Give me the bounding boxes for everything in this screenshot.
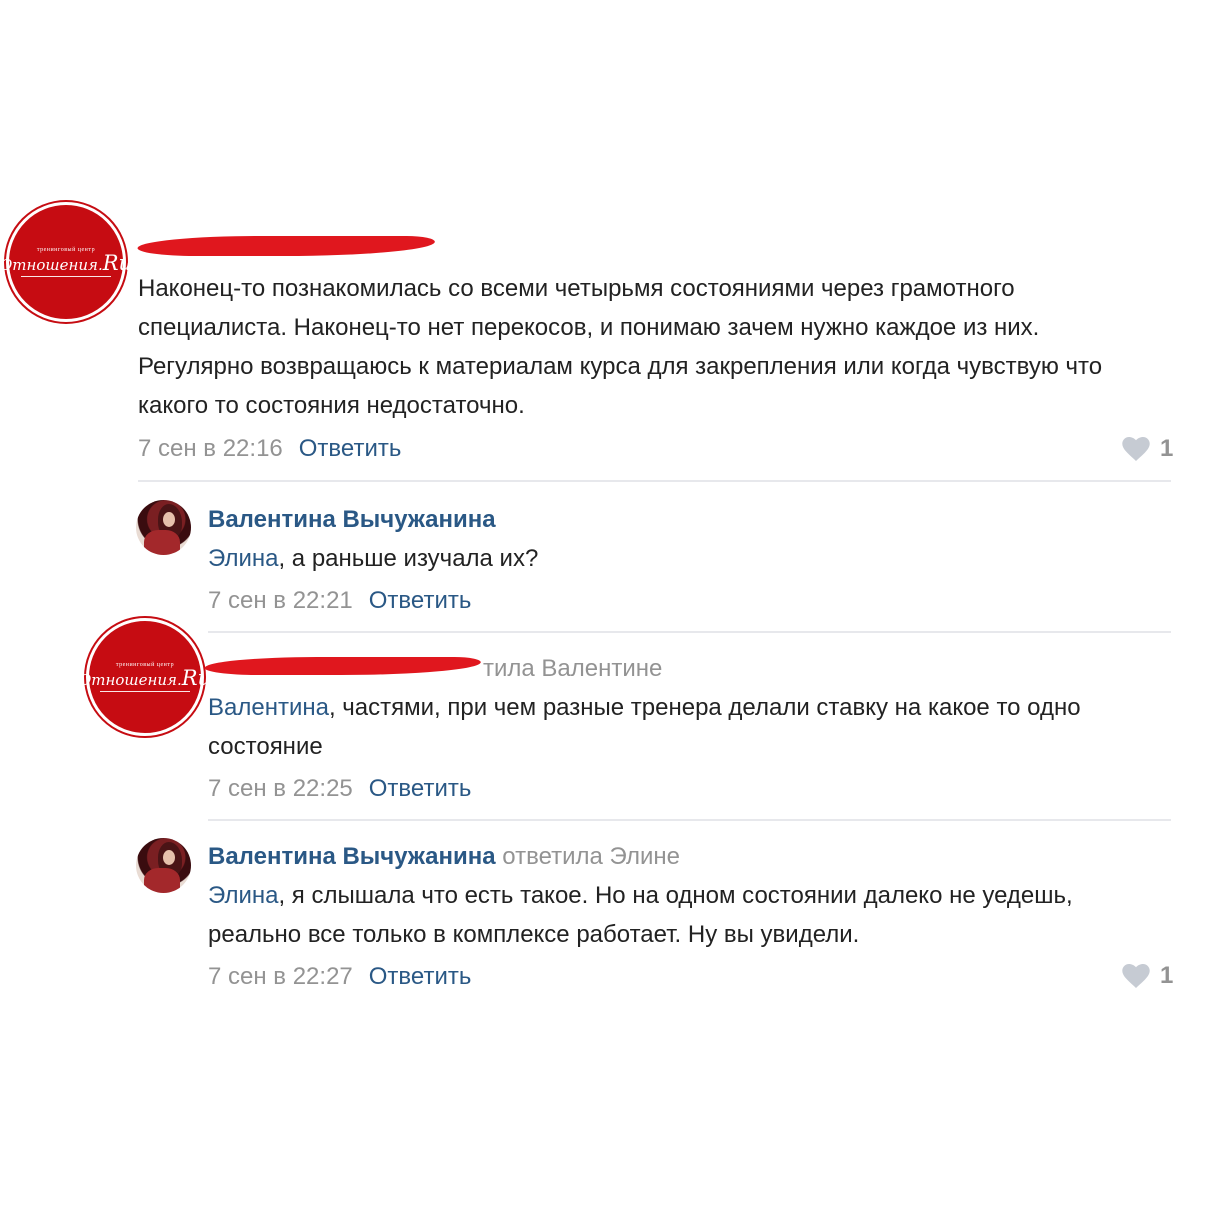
comment-meta: 7 сен в 22:21 Ответить — [208, 587, 471, 615]
divider — [208, 819, 1171, 821]
like-button[interactable]: 1 — [1122, 435, 1173, 463]
comment-time[interactable]: 7 сен в 22:25 — [208, 775, 353, 802]
comment-text: Элина, я слышала что есть такое. Но на о… — [208, 882, 1073, 948]
comment-time[interactable]: 7 сен в 22:27 — [208, 963, 353, 990]
replied-to: тила Валентине — [483, 655, 663, 682]
logo-text: Отношения.Ru — [0, 251, 133, 275]
mention-link[interactable]: Элина — [208, 882, 278, 909]
reply-button[interactable]: Ответить — [299, 435, 402, 462]
divider — [208, 631, 1171, 633]
comment-author[interactable]: Валентина Вычужанина — [208, 506, 496, 534]
logo-text: Отношения.Ru — [78, 666, 212, 690]
divider — [138, 480, 1171, 482]
mention-link[interactable]: Элина — [208, 545, 278, 572]
heart-icon — [1122, 437, 1150, 461]
reply-button[interactable]: Ответить — [369, 587, 472, 614]
comment-author[interactable]: Валентина Вычужанина ответила Элине — [208, 843, 680, 871]
mention-link[interactable]: Валентина — [208, 694, 329, 721]
like-button[interactable]: 1 — [1122, 962, 1173, 990]
comment-text: Элина, а раньше изучала их? — [208, 545, 539, 572]
reply-button[interactable]: Ответить — [369, 963, 472, 990]
avatar[interactable] — [136, 838, 191, 893]
comment-time[interactable]: 7 сен в 22:21 — [208, 587, 353, 614]
logo-underline — [100, 691, 190, 692]
redaction-mark — [135, 236, 437, 256]
replied-to: ответила Элине — [502, 843, 681, 870]
comment-meta: 7 сен в 22:27 Ответить — [208, 963, 471, 991]
comment-text: Валентина, частями, при чем разные трене… — [208, 694, 1081, 760]
like-count: 1 — [1160, 962, 1174, 989]
like-count: 1 — [1160, 435, 1174, 462]
comment-time[interactable]: 7 сен в 22:16 — [138, 435, 283, 462]
comment-text: Наконец-то познакомилась со всеми четырь… — [138, 275, 1103, 419]
avatar[interactable]: тренинговый центр Отношения.Ru — [79, 618, 211, 736]
reply-button[interactable]: Ответить — [369, 775, 472, 802]
comment-meta: 7 сен в 22:16 Ответить — [138, 435, 401, 463]
logo-underline — [21, 276, 111, 277]
comment-meta: 7 сен в 22:25 Ответить — [208, 775, 471, 803]
avatar[interactable]: тренинговый центр Отношения.Ru — [0, 202, 132, 322]
heart-icon — [1122, 964, 1150, 988]
avatar[interactable] — [136, 500, 191, 555]
